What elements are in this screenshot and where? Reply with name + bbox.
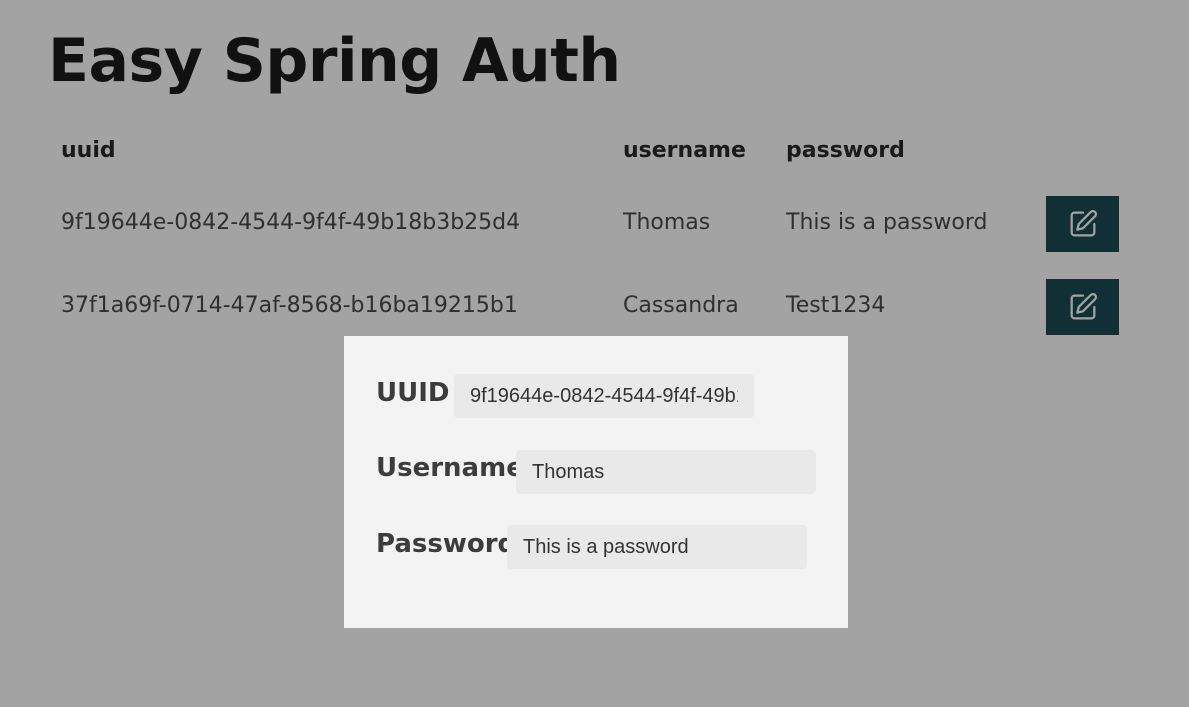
password-label: Password — [376, 529, 517, 559]
username-input[interactable] — [516, 450, 816, 494]
page: Easy Spring Auth uuid username password … — [0, 0, 1189, 707]
password-input[interactable] — [507, 525, 807, 569]
edit-user-modal: UUID Username Password — [344, 336, 848, 628]
uuid-input[interactable] — [454, 374, 754, 418]
uuid-label: UUID — [376, 378, 450, 408]
username-label: Username — [376, 453, 524, 483]
